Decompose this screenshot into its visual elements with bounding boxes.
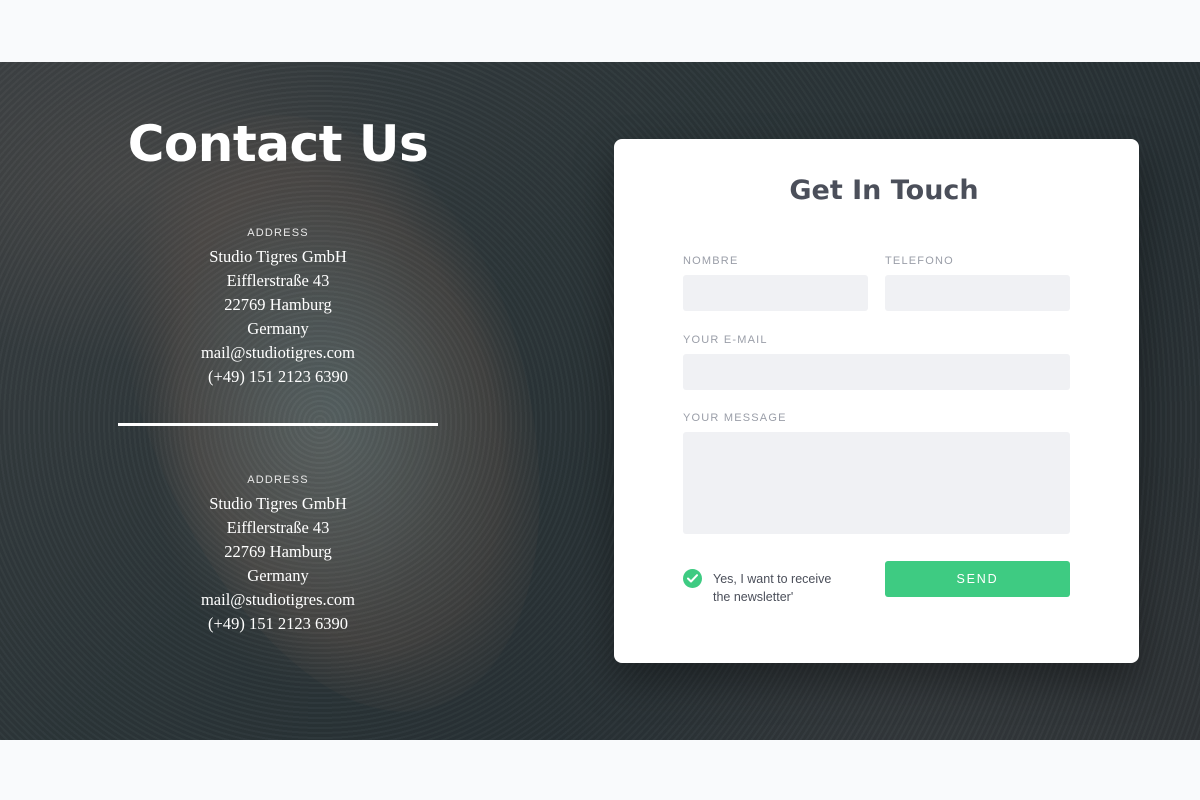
email-address[interactable]: mail@studiotigres.com	[118, 341, 438, 365]
company-name: Studio Tigres GmbH	[209, 494, 347, 513]
newsletter-label-line1: Yes, I want to receive	[713, 572, 832, 586]
email-address[interactable]: mail@studiotigres.com	[118, 588, 438, 612]
newsletter-label-line2: the newsletter'	[713, 590, 794, 604]
page-title: Contact Us	[127, 115, 429, 173]
phone-field[interactable]	[885, 275, 1070, 311]
email-label: YOUR E-MAIL	[683, 334, 768, 346]
newsletter-checkbox[interactable]	[683, 569, 702, 588]
hero-background: Contact Us ADDRESS Studio Tigres GmbH Ei…	[0, 62, 1200, 740]
postal-city: 22769 Hamburg	[224, 542, 332, 561]
email-field[interactable]	[683, 354, 1070, 390]
address-label: ADDRESS	[247, 227, 309, 239]
message-label: YOUR MESSAGE	[683, 412, 787, 424]
street: Eifflerstraße 43	[226, 518, 330, 537]
phone-number[interactable]: (+49) 151 2123 6390	[118, 612, 438, 636]
postal-city: 22769 Hamburg	[224, 295, 332, 314]
phone-number[interactable]: (+49) 151 2123 6390	[118, 365, 438, 389]
send-button[interactable]: SEND	[885, 561, 1070, 597]
message-field[interactable]	[683, 432, 1070, 534]
divider	[118, 423, 438, 426]
country: Germany	[247, 566, 309, 585]
name-label: NOMBRE	[683, 255, 739, 267]
address-block-1: ADDRESS Studio Tigres GmbH Eifflerstraße…	[118, 227, 438, 389]
name-field[interactable]	[683, 275, 868, 311]
checkmark-icon	[687, 574, 698, 583]
company-name: Studio Tigres GmbH	[209, 247, 347, 266]
phone-label: TELEFONO	[885, 255, 954, 267]
country: Germany	[247, 319, 309, 338]
newsletter-label: Yes, I want to receive the newsletter'	[713, 570, 873, 606]
address-label: ADDRESS	[247, 474, 309, 486]
contact-form-card: Get In Touch NOMBRE TELEFONO YOUR E-MAIL…	[614, 139, 1139, 663]
street: Eifflerstraße 43	[226, 271, 330, 290]
form-title: Get In Touch	[789, 175, 979, 206]
address-block-2: ADDRESS Studio Tigres GmbH Eifflerstraße…	[118, 474, 438, 636]
